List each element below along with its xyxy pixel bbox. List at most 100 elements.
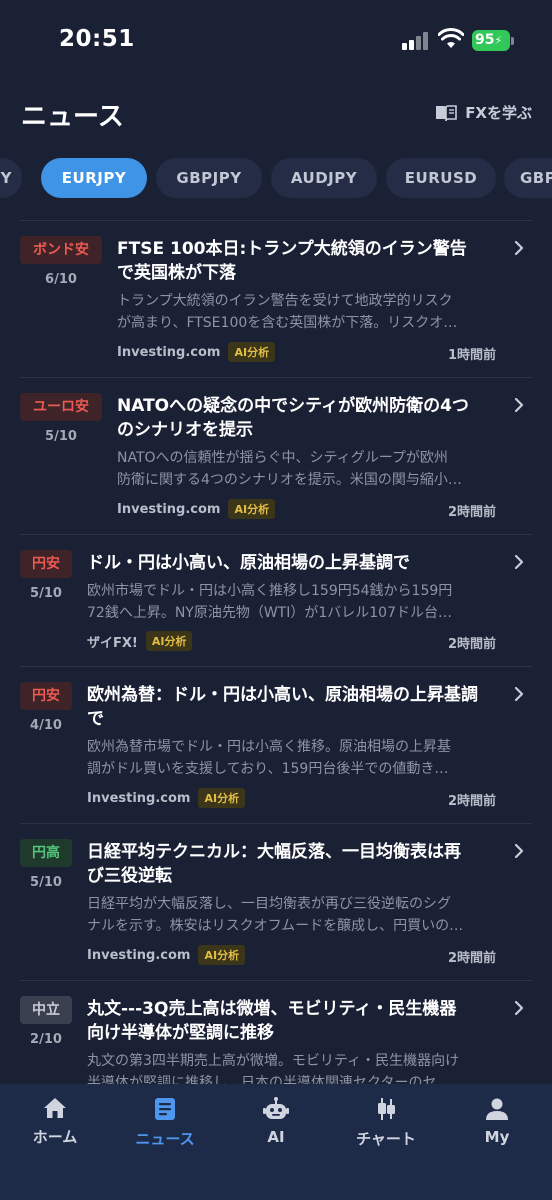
ai-analysis-tag: AI分析 — [198, 788, 246, 808]
news-headline: ドル・円は小高い、原油相場の上昇基調で — [87, 551, 497, 575]
home-icon — [44, 1098, 66, 1118]
nav-my-label: My — [484, 1128, 510, 1146]
chevron-right-icon — [514, 397, 524, 413]
news-meta: Investing.com AI分析 — [87, 788, 246, 808]
headline-line: のシナリオを提示 — [117, 420, 253, 440]
nav-chart-label: チャート — [356, 1130, 416, 1148]
news-summary: 欧州為替市場でドル・円は小高く推移。原油相場の上昇基 調がドル買いを支援しており… — [87, 736, 507, 780]
news-meta: Investing.com AI分析 — [117, 499, 276, 519]
sentiment-badge: 中立 — [20, 996, 72, 1024]
news-time: 2時間前 — [447, 794, 496, 809]
news-summary: 日経平均が大幅反落し、一目均衡表が再び三役逆転のシグ ナルを示す。株安はリスクオ… — [87, 893, 507, 937]
candlestick-chart-icon — [378, 1098, 395, 1120]
nav-ai[interactable]: AI — [221, 1096, 331, 1156]
currency-pair-tabs[interactable]: PY EURJPY GBPJPY AUDJPY EURUSD GBP — [0, 156, 552, 200]
news-source: Investing.com — [87, 947, 191, 963]
news-meta: Investing.com AI分析 — [87, 945, 246, 965]
tab-gbpjpy[interactable]: GBPJPY — [156, 158, 262, 198]
headline-line: び三役逆転 — [87, 866, 172, 886]
news-summary: トランプ大統領のイラン警告を受けて地政学的リスク が高まり、FTSE100を含む… — [117, 290, 507, 334]
robot-icon — [263, 1097, 289, 1119]
news-list: ボンド安 6/10 FTSE 100本日:トランプ大統領のイラン警告 で英国株が… — [0, 220, 552, 1084]
chevron-right-icon — [514, 554, 524, 570]
news-time: 1時間前 — [447, 348, 496, 363]
nav-my[interactable]: My — [442, 1096, 552, 1156]
news-source: ザイFX! — [87, 635, 138, 651]
news-summary: 欧州市場でドル・円は小高く推移し159円54銭から159円 72銭へ上昇。NY原… — [87, 580, 507, 624]
summary-line: 丸文の第3四半期売上高が微増。モビリティ・民生機器向け — [87, 1053, 460, 1069]
headline-line: ドル・円は小高い、原油相場の上昇基調で — [87, 553, 410, 573]
ai-analysis-tag: AI分析 — [228, 499, 276, 519]
tab-gbp[interactable]: GBP — [504, 158, 552, 198]
impact-score: 5/10 — [45, 429, 77, 444]
nav-home[interactable]: ホーム — [0, 1096, 110, 1156]
battery-indicator: 95⚡ — [472, 30, 510, 51]
summary-line: 半導体が堅調に推移し、日本の半導体関連セクターのセ… — [87, 1075, 451, 1084]
summary-line: 調がドル買いを支援しており、159円台後半での値動き… — [87, 761, 449, 777]
impact-score: 4/10 — [30, 718, 62, 733]
summary-line: NATOへの信頼性が揺らぐ中、シティグループが欧州 — [117, 450, 448, 466]
sentiment-badge: ボンド安 — [20, 236, 102, 264]
news-meta: ザイFX! AI分析 — [87, 631, 193, 651]
news-time: 2時間前 — [447, 505, 496, 520]
news-headline: 欧州為替：ドル・円は小高い、原油相場の上昇基調 で — [87, 683, 502, 731]
sentiment-badge: 円安 — [20, 550, 72, 578]
summary-line: 欧州市場でドル・円は小高く推移し159円54銭から159円 — [87, 583, 453, 599]
news-source: Investing.com — [117, 344, 221, 360]
news-item[interactable]: ボンド安 6/10 FTSE 100本日:トランプ大統領のイラン警告 で英国株が… — [0, 220, 552, 377]
summary-line: が高まり、FTSE100を含む英国株が下落。リスクオ… — [117, 315, 458, 331]
news-source: Investing.com — [117, 501, 221, 517]
news-item[interactable]: 円安 4/10 欧州為替：ドル・円は小高い、原油相場の上昇基調 で 欧州為替市場… — [0, 666, 552, 823]
news-document-icon — [155, 1098, 175, 1120]
tab-eurjpy[interactable]: EURJPY — [41, 158, 147, 198]
tab-eurusd[interactable]: EURUSD — [386, 158, 496, 198]
impact-score: 6/10 — [45, 272, 77, 287]
news-meta: Investing.com AI分析 — [117, 342, 276, 362]
headline-line: 欧州為替：ドル・円は小高い、原油相場の上昇基調 — [87, 685, 478, 705]
news-summary: 丸文の第3四半期売上高が微増。モビリティ・民生機器向け 半導体が堅調に推移し、日… — [87, 1050, 507, 1084]
sentiment-badge: 円高 — [20, 839, 72, 867]
tab-audjpy[interactable]: AUDJPY — [271, 158, 377, 198]
learn-fx-button[interactable]: FXを学ぶ — [435, 102, 532, 123]
chevron-right-icon — [514, 240, 524, 256]
headline-line: で英国株が下落 — [117, 263, 236, 283]
news-time: 2時間前 — [447, 951, 496, 966]
nav-news-label: ニュース — [135, 1130, 195, 1148]
news-headline: 日経平均テクニカル：大幅反落、一目均衡表は再 び三役逆転 — [87, 840, 497, 888]
wifi-icon — [438, 28, 464, 48]
news-item[interactable]: 円安 5/10 ドル・円は小高い、原油相場の上昇基調で 欧州市場でドル・円は小高… — [0, 534, 552, 666]
learn-fx-label: FXを学ぶ — [465, 104, 532, 122]
page-title: ニュース — [21, 102, 124, 132]
nav-ai-label: AI — [267, 1128, 285, 1146]
ai-analysis-tag: AI分析 — [228, 342, 276, 362]
status-time: 20:51 — [59, 26, 135, 52]
summary-line: ナルを示す。株安はリスクオフムードを醸成し、円買いの… — [87, 918, 464, 934]
news-item[interactable]: 中立 2/10 丸文---3Q売上高は微増、モビリティ・民生機器 向け半導体が堅… — [0, 980, 552, 1084]
nav-news[interactable]: ニュース — [110, 1096, 220, 1156]
nav-chart[interactable]: チャート — [331, 1096, 441, 1156]
news-item[interactable]: ユーロ安 5/10 NATOへの疑念の中でシティが欧州防衛の4つ のシナリオを提… — [0, 377, 552, 534]
summary-line: 防衛に関する4つのシナリオを提示。米国の関与縮小… — [117, 472, 462, 488]
tab-py[interactable]: PY — [0, 158, 22, 198]
status-bar: 20:51 95⚡ — [0, 0, 552, 80]
cellular-signal-icon — [402, 32, 432, 50]
summary-line: トランプ大統領のイラン警告を受けて地政学的リスク — [117, 293, 453, 309]
headline-line: で — [87, 709, 104, 729]
news-source: Investing.com — [87, 790, 191, 806]
impact-score: 5/10 — [30, 875, 62, 890]
impact-score: 5/10 — [30, 586, 62, 601]
headline-line: NATOへの疑念の中でシティが欧州防衛の4つ — [117, 396, 469, 416]
chevron-right-icon — [514, 686, 524, 702]
sentiment-badge: ユーロ安 — [20, 393, 102, 421]
battery-tip — [511, 37, 514, 45]
bottom-tab-bar: ホーム ニュース AI チャート My — [0, 1084, 552, 1200]
news-item[interactable]: 円高 5/10 日経平均テクニカル：大幅反落、一目均衡表は再 び三役逆転 日経平… — [0, 823, 552, 980]
news-headline: NATOへの疑念の中でシティが欧州防衛の4つ のシナリオを提示 — [117, 394, 497, 442]
headline-line: 向け半導体が堅調に推移 — [87, 1023, 274, 1043]
news-time: 2時間前 — [447, 637, 496, 652]
headline-line: 日経平均テクニカル：大幅反落、一目均衡表は再 — [87, 842, 461, 862]
user-icon — [486, 1098, 508, 1120]
sentiment-badge: 円安 — [20, 682, 72, 710]
impact-score: 2/10 — [30, 1032, 62, 1047]
ai-analysis-tag: AI分析 — [145, 631, 193, 651]
